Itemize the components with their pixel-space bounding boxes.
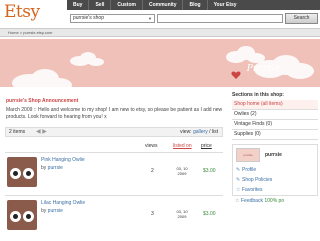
- item-thumbnail[interactable]: [7, 157, 37, 187]
- top-bar: Etsy Buy Sell Custom Community Blog Your…: [0, 0, 320, 29]
- seller-link[interactable]: purrsie: [48, 208, 63, 214]
- nav-your-etsy[interactable]: Your Etsy: [208, 0, 237, 10]
- chevron-down-icon: ▼: [148, 16, 152, 21]
- pager-bar: 2 items ◀ ▶ view: gallery / list: [5, 127, 223, 137]
- column-headers: views listed on price: [5, 143, 223, 152]
- search-scope-select[interactable]: purrsie's shop ▼: [70, 14, 155, 23]
- col-listed-on[interactable]: listed on: [173, 143, 192, 149]
- list-item: Pink Hanging Owlie by purrsie 2 03, 10 20…: [5, 152, 223, 190]
- item-views: 2: [151, 168, 154, 174]
- view-toggle: view: gallery / list: [180, 129, 218, 135]
- item-title-link[interactable]: Pink Hanging Owlie: [41, 157, 85, 163]
- shop-name[interactable]: purrsie: [265, 152, 282, 158]
- nav-community[interactable]: Community: [143, 0, 177, 10]
- section-vintage-finds[interactable]: Vintage Finds (0): [232, 120, 318, 130]
- item-thumbnail[interactable]: [7, 200, 37, 230]
- breadcrumb[interactable]: Home > purrsie.etsy.com: [0, 28, 320, 37]
- shop-sidebar: Sections in this shop: Shop home (all it…: [232, 90, 318, 204]
- search-row: purrsie's shop ▼ Search: [67, 13, 320, 25]
- item-listed-date: 03, 10 2009: [176, 209, 188, 219]
- view-list-link[interactable]: list: [212, 129, 218, 135]
- seller-link[interactable]: purrsie: [48, 165, 63, 171]
- nav-buy[interactable]: Buy: [67, 0, 82, 10]
- section-shop-home[interactable]: Shop home (all items): [232, 100, 318, 110]
- section-owlies[interactable]: Owlies (2): [232, 110, 318, 120]
- shop-announcement: purrsie's Shop Announcement March 2009 :…: [6, 98, 224, 120]
- etsy-logo[interactable]: Etsy: [4, 2, 40, 22]
- announcement-title: purrsie's Shop Announcement: [6, 98, 79, 104]
- banner-clouds-graphic: [12, 46, 314, 87]
- shop-avatar[interactable]: purrsie: [236, 148, 260, 162]
- item-seller: by purrsie: [41, 208, 63, 214]
- nav-sell[interactable]: Sell: [89, 0, 104, 10]
- feedback-link[interactable]: ☆ Feedback 100% po: [235, 198, 320, 204]
- sections-heading: Sections in this shop:: [232, 92, 284, 98]
- list-item: Lilac Hanging Owlie by purrsie 3 03, 10 2…: [5, 195, 223, 233]
- shop-banner: Purrsie: [0, 39, 320, 87]
- shop-info-box: purrsie purrsie ✎ Profile ✎ Shop Policies …: [232, 144, 318, 196]
- profile-link[interactable]: ✎ Profile: [236, 167, 256, 173]
- view-gallery-link[interactable]: gallery: [193, 129, 208, 135]
- nav-custom[interactable]: Custom: [111, 0, 136, 10]
- item-views: 3: [151, 211, 154, 217]
- favorites-link[interactable]: ☆ Favorites: [236, 187, 263, 193]
- announcement-body: March 2009 :: Hello and welcome to my sh…: [6, 107, 223, 120]
- pager-arrows[interactable]: ◀ ▶: [36, 128, 47, 135]
- feedback-percent: 100% po: [264, 198, 285, 204]
- search-input[interactable]: [157, 14, 283, 23]
- item-title-link[interactable]: Lilac Hanging Owlie: [41, 200, 85, 206]
- item-price: $3.00: [203, 168, 216, 174]
- item-seller: by purrsie: [41, 165, 63, 171]
- item-listed-date: 03, 10 2009: [176, 166, 188, 176]
- nav-blog[interactable]: Blog: [183, 0, 200, 10]
- item-price: $3.00: [203, 211, 216, 217]
- section-supplies[interactable]: Supplies (0): [232, 130, 318, 140]
- shop-policies-link[interactable]: ✎ Shop Policies: [236, 177, 272, 183]
- col-price[interactable]: price: [201, 143, 212, 149]
- banner-shop-name: Purrsie: [246, 64, 280, 74]
- search-button[interactable]: Search: [285, 13, 318, 24]
- item-count: 2 items: [9, 129, 26, 135]
- col-views: views: [145, 143, 158, 149]
- main-nav: Buy Sell Custom Community Blog Your Etsy: [67, 0, 320, 10]
